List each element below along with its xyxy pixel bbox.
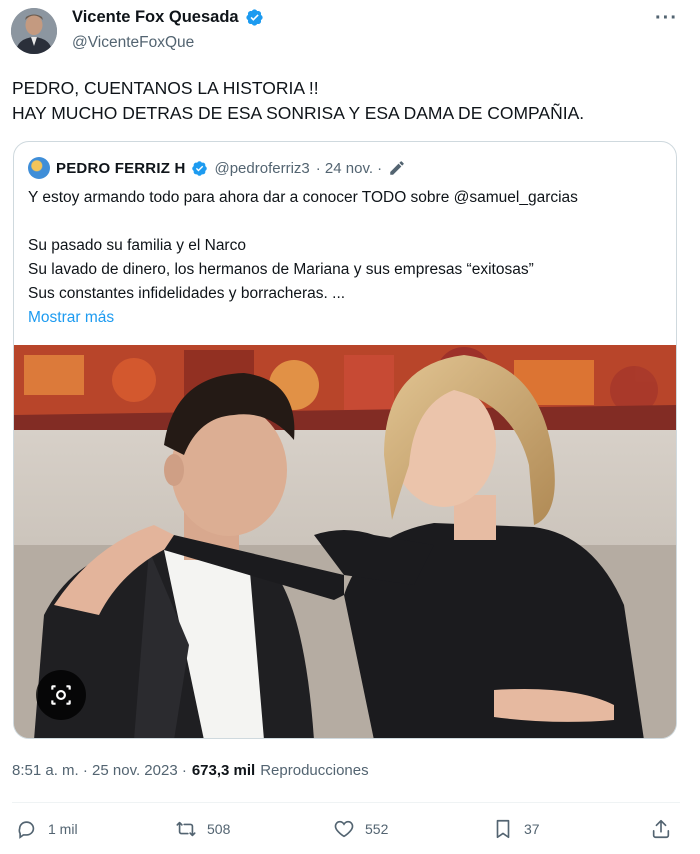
quoted-author-avatar[interactable] (28, 157, 50, 179)
media-camera-button[interactable] (36, 670, 86, 720)
author-avatar[interactable] (11, 8, 57, 54)
more-options-icon[interactable]: ··· (655, 7, 678, 30)
reply-count: 1 mil (48, 821, 78, 837)
like-count: 552 (365, 821, 389, 837)
bookmark-button[interactable]: 37 (492, 818, 540, 840)
quoted-verified-badge-icon (192, 160, 208, 176)
quoted-author-name[interactable]: PEDRO FERRIZ H (56, 160, 185, 177)
tweet-text: PEDRO, CUENTANOS LA HISTORIA !! HAY MUCH… (12, 78, 585, 123)
action-bar: 1 mil 508 552 37 (0, 810, 700, 850)
edited-pencil-icon (390, 161, 404, 175)
avatar-portrait (11, 8, 57, 54)
quoted-tweet-date[interactable]: · 24 nov. · (316, 160, 382, 177)
like-button[interactable]: 552 (333, 818, 388, 840)
bookmark-count: 37 (524, 821, 540, 837)
show-more-link[interactable]: Mostrar más (28, 309, 114, 326)
divider (12, 802, 680, 803)
author-handle[interactable]: @VicenteFoxQue (72, 34, 194, 52)
retweet-icon (176, 821, 196, 837)
retweet-count: 508 (207, 821, 231, 837)
reply-icon (18, 821, 35, 839)
couple-photo-illustration (14, 345, 676, 738)
tweet-container: Vicente Fox Quesada @VicenteFoxQue ··· P… (0, 0, 700, 854)
quoted-tweet[interactable]: PEDRO FERRIZ H @pedroferriz3 · 24 nov. ·… (13, 141, 677, 739)
tweet-timestamp[interactable]: 8:51 a. m. · 25 nov. 2023 · (12, 762, 187, 779)
quoted-tweet-header: PEDRO FERRIZ H @pedroferriz3 · 24 nov. · (28, 157, 406, 179)
share-icon (652, 819, 670, 839)
tweet-meta: 8:51 a. m. · 25 nov. 2023 · 673,3 mil Re… (12, 762, 369, 779)
verified-badge-icon (245, 9, 263, 26)
quoted-tweet-text: Y estoy armando todo para ahora dar a co… (28, 186, 668, 330)
views-label: Reproducciones (260, 762, 369, 779)
camera-icon (51, 685, 71, 705)
share-button[interactable] (650, 818, 672, 840)
quoted-tweet-photo[interactable] (14, 345, 676, 738)
quoted-tweet-body: Y estoy armando todo para ahora dar a co… (28, 189, 578, 302)
author-name[interactable]: Vicente Fox Quesada (72, 8, 239, 27)
retweet-button[interactable]: 508 (175, 818, 230, 840)
bookmark-icon (496, 819, 510, 839)
quoted-author-handle[interactable]: @pedroferriz3 (214, 160, 309, 177)
views-count: 673,3 mil (191, 762, 256, 779)
heart-icon (334, 820, 354, 838)
author-name-row[interactable]: Vicente Fox Quesada (72, 8, 264, 27)
reply-button[interactable]: 1 mil (16, 818, 78, 840)
